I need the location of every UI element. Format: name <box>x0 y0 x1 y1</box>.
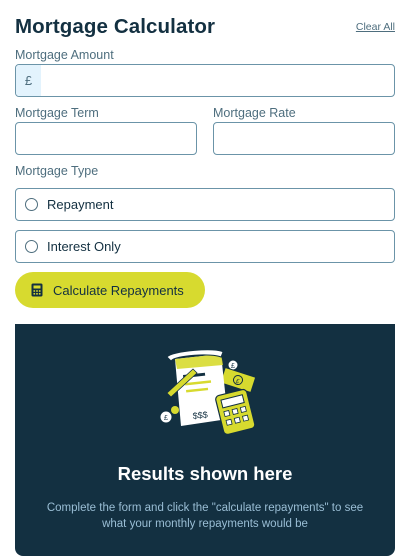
calculator-icon <box>31 283 43 297</box>
mortgage-term-label: Mortgage Term <box>15 106 99 120</box>
clear-all-link[interactable]: Clear All <box>356 21 395 33</box>
calculate-repayments-label: Calculate Repayments <box>53 282 184 298</box>
results-title: Results shown here <box>117 463 293 484</box>
results-panel: £ £ $$$ £ Results shown here Complete th… <box>15 324 395 556</box>
calculator-header: Mortgage Calculator Clear All <box>15 13 395 41</box>
radio-interest-only-label: Interest Only <box>47 239 121 254</box>
mortgage-type-label: Mortgage Type <box>15 164 99 178</box>
page-title: Mortgage Calculator <box>15 15 216 38</box>
svg-text:$$$: $$$ <box>192 409 208 421</box>
mortgage-term-field: years <box>15 122 197 155</box>
calculate-repayments-button[interactable]: Calculate Repayments <box>15 272 205 308</box>
mortgage-amount-label: Mortgage Amount <box>15 48 114 62</box>
mortgage-amount-field: £ <box>15 64 395 97</box>
radio-circle-icon[interactable] <box>25 240 38 253</box>
mortgage-rate-label: Mortgage Rate <box>213 106 296 120</box>
radio-repayment[interactable]: Repayment <box>15 188 395 221</box>
empty-results-illustration: £ £ $$$ £ <box>159 349 257 435</box>
radio-circle-icon[interactable] <box>25 198 38 211</box>
results-description: Complete the form and click the "calcula… <box>46 502 364 530</box>
radio-repayment-label: Repayment <box>47 197 114 212</box>
svg-text:£: £ <box>164 415 168 422</box>
radio-interest-only[interactable]: Interest Only <box>15 230 395 263</box>
currency-prefix: £ <box>16 65 41 96</box>
svg-text:£: £ <box>231 363 235 370</box>
mortgage-term-input[interactable] <box>16 123 196 154</box>
mortgage-amount-input[interactable] <box>41 65 394 96</box>
mortgage-rate-input[interactable] <box>214 123 394 154</box>
mortgage-rate-field: % <box>213 122 395 155</box>
